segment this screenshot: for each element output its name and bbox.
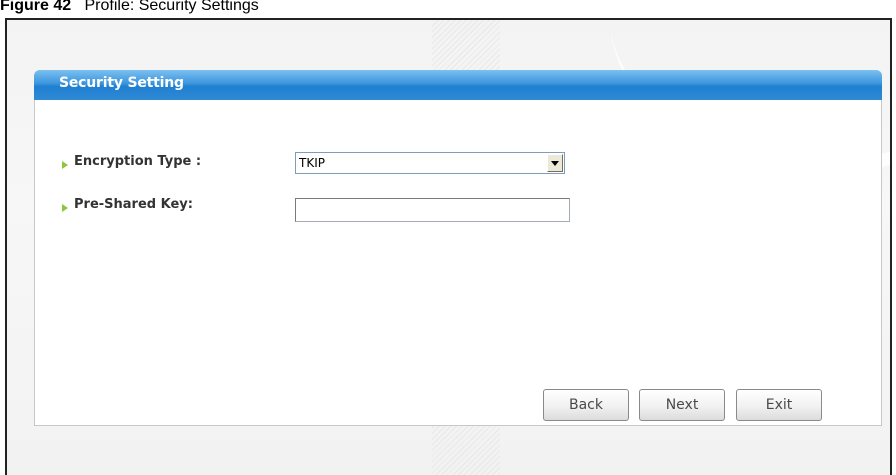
figure-title: Profile: Security Settings	[84, 0, 259, 14]
back-button[interactable]: Back	[543, 389, 629, 421]
exit-button[interactable]: Exit	[736, 389, 822, 421]
dropdown-button[interactable]	[547, 154, 563, 172]
arrow-icon	[62, 204, 68, 212]
figure-caption: Figure 42 Profile: Security Settings	[0, 0, 259, 16]
arrow-icon	[62, 161, 68, 169]
pre-shared-key-input[interactable]	[295, 198, 570, 222]
encryption-type-select[interactable]: TKIP	[295, 152, 565, 174]
encryption-type-value: TKIP	[299, 156, 325, 170]
chevron-down-icon	[551, 161, 559, 166]
pre-shared-key-label: Pre-Shared Key:	[74, 197, 193, 212]
panel-title: Security Setting	[59, 75, 184, 91]
security-setting-panel: Security Setting Encryption Type : TKIP …	[34, 70, 882, 426]
next-button[interactable]: Next	[639, 389, 725, 421]
encryption-type-label: Encryption Type :	[74, 154, 202, 169]
figure-number: Figure 42	[0, 0, 72, 14]
panel-header: Security Setting	[34, 70, 882, 100]
wizard-window: Security Setting Encryption Type : TKIP …	[5, 18, 892, 475]
